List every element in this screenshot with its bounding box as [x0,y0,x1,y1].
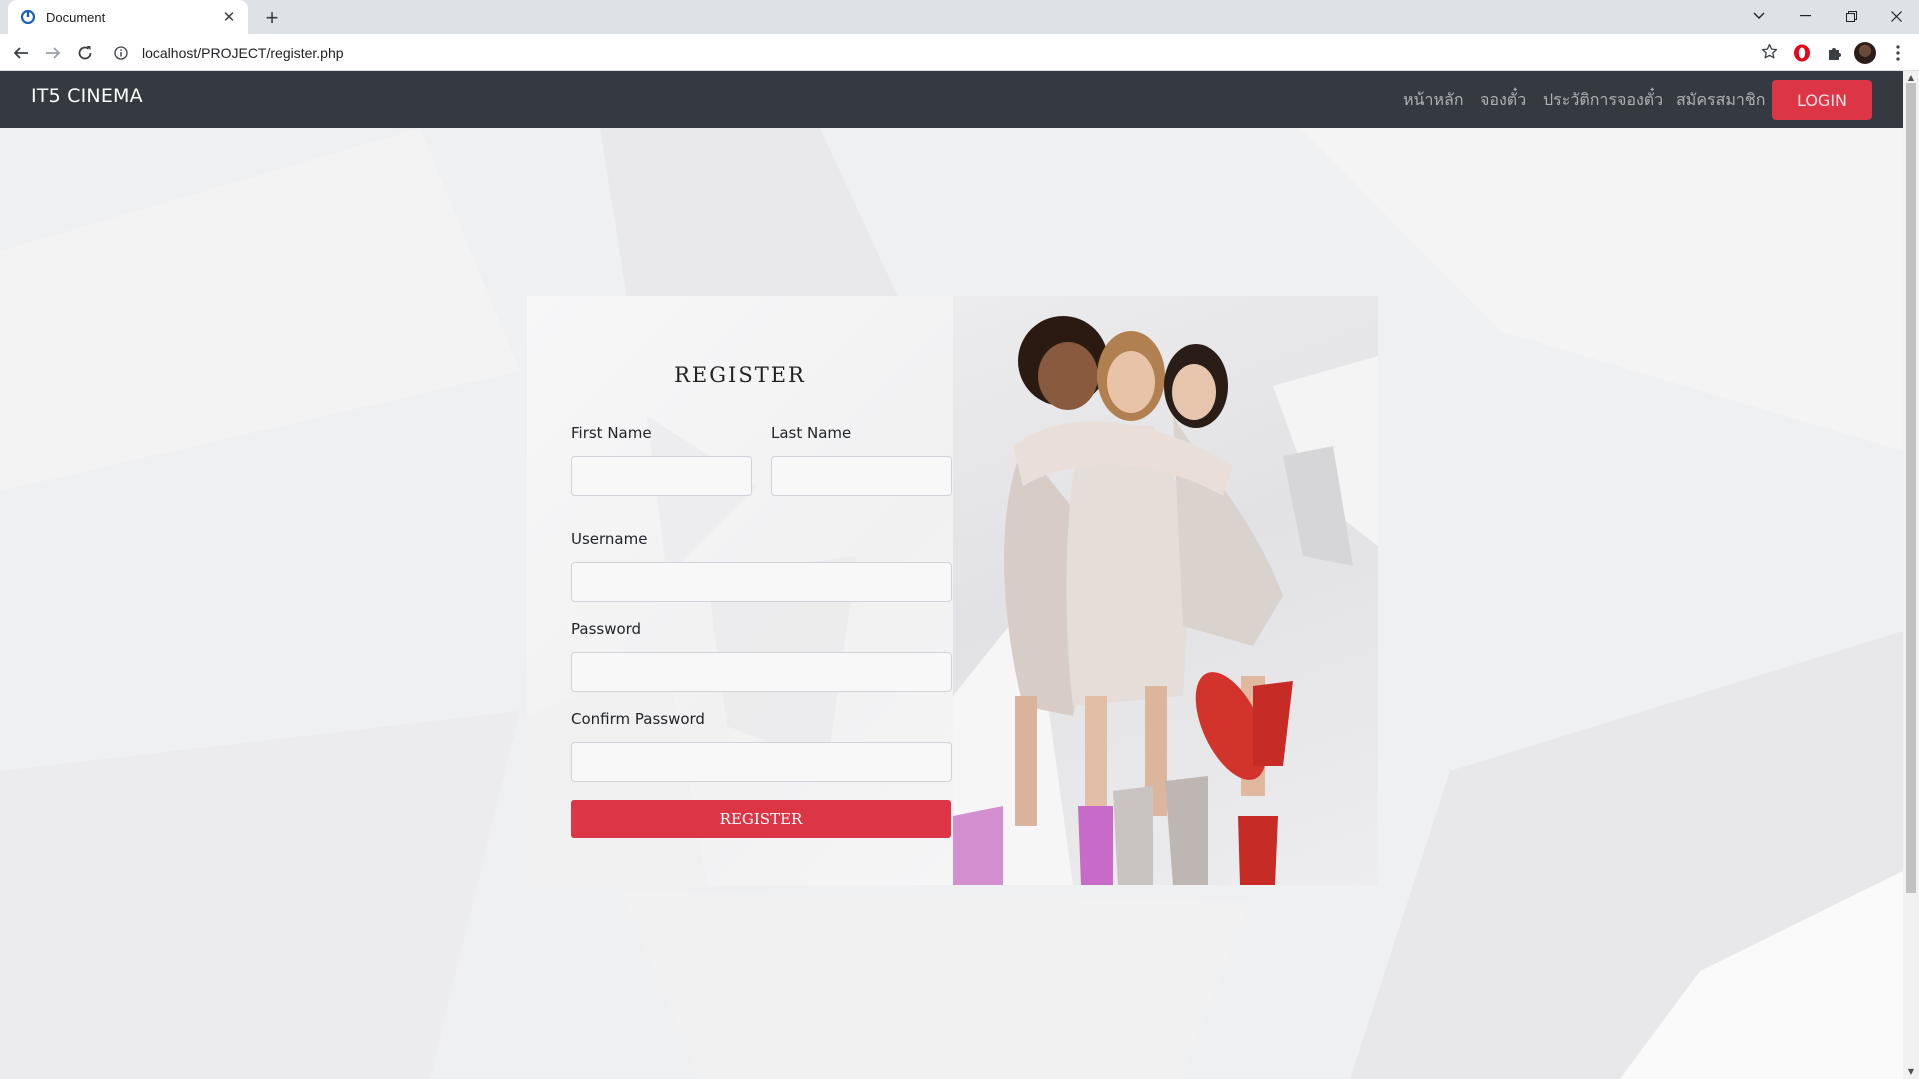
plus-icon[interactable]: + [259,5,285,31]
confirm-password-label: Confirm Password [571,710,705,728]
three-women-rain-boots-illustration [953,316,1378,885]
brand-logo[interactable]: IT5 CINEMA [31,85,143,107]
nav-link-home[interactable]: หน้าหลัก [1403,88,1464,113]
puzzle-icon[interactable] [1823,42,1845,64]
register-card: REGISTER First Name Last Name Username P… [527,296,1378,885]
reload-icon[interactable] [71,39,99,67]
confirm-password-input[interactable] [571,742,952,782]
minimize-icon[interactable] [1782,0,1828,32]
password-label: Password [571,620,642,638]
scroll-down-icon[interactable]: ▼ [1906,1066,1916,1076]
nav-link-book-ticket[interactable]: จองตั๋ว [1480,88,1526,113]
username-label: Username [571,530,648,548]
last-name-label: Last Name [771,424,852,442]
url-text: localhost/PROJECT/register.php [142,44,344,61]
avatar[interactable] [1854,42,1876,64]
scrollbar-thumb[interactable] [1906,83,1916,893]
window-close-icon[interactable] [1873,0,1919,32]
address-bar[interactable]: localhost/PROJECT/register.php [106,38,1784,67]
first-name-input[interactable] [571,456,752,496]
first-name-label: First Name [571,424,652,442]
password-input[interactable] [571,652,952,692]
arrow-left-icon[interactable] [7,39,35,67]
arrow-right-icon[interactable] [39,39,67,67]
nav-link-booking-history[interactable]: ประวัติการจองตั๋ว [1543,88,1663,113]
browser-toolbar: localhost/PROJECT/register.php [0,34,1919,71]
opera-icon[interactable] [1791,42,1813,64]
browser-tab[interactable]: Document ✕ [8,0,248,34]
restore-icon[interactable] [1828,0,1874,32]
login-button[interactable]: LOGIN [1772,80,1872,120]
close-icon[interactable]: ✕ [220,8,238,26]
last-name-input[interactable] [771,456,952,496]
register-submit-button[interactable]: REGISTER [571,800,951,838]
promo-photo [953,296,1378,885]
navbar: IT5 CINEMA หน้าหลัก จองตั๋ว ประวัติการจอ… [0,71,1903,128]
site-favicon-icon [20,9,36,25]
page-scrollbar[interactable]: ▲ ▼ [1903,71,1919,1079]
page-viewport: IT5 CINEMA หน้าหลัก จองตั๋ว ประวัติการจอ… [0,71,1919,1079]
tab-search-chevron-down-icon[interactable] [1736,0,1782,32]
nav-link-register[interactable]: สมัครสมาชิก [1676,88,1765,113]
tab-title: Document [46,9,106,25]
register-form: REGISTER First Name Last Name Username P… [527,296,953,885]
info-icon[interactable] [106,45,136,60]
star-icon[interactable] [1761,43,1778,64]
scroll-up-icon[interactable]: ▲ [1906,72,1916,82]
kebab-menu-icon[interactable] [1887,42,1909,64]
browser-tabstrip: Document ✕ + [0,0,1919,34]
form-heading: REGISTER [674,363,806,387]
username-input[interactable] [571,562,952,602]
